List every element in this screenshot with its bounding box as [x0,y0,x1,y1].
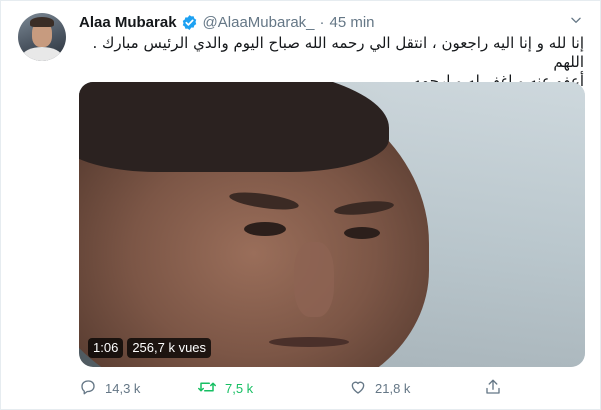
heart-icon [349,378,367,399]
author-handle[interactable]: @AlaaMubarak_ [203,14,315,31]
retweet-button[interactable]: 7,5 k [197,378,253,399]
avatar-shirt [22,47,62,61]
reply-count: 14,3 k [105,380,141,396]
share-icon [484,378,502,399]
avatar[interactable] [18,13,66,61]
chevron-down-icon[interactable] [567,11,585,29]
avatar-hair [30,17,54,27]
reply-icon [79,378,97,399]
reply-button[interactable]: 14,3 k [79,378,140,399]
video-view-count: 256,7 k vues [127,338,212,358]
video-frame-eye [244,222,286,236]
video-frame-eye [344,227,380,239]
tweet-actions: 14,3 k 7,5 k 21,8 k [79,377,509,399]
tweet-text-line-1: إنا لله و إنا اليه راجعون ، انتقل الي رح… [92,34,584,71]
like-count: 21,8 k [375,380,411,396]
retweet-icon [197,378,217,399]
share-button[interactable] [484,378,502,399]
video-player[interactable]: 1:06 256,7 k vues [79,82,585,367]
video-duration: 1:06 [88,338,124,358]
video-frame-nose [294,242,334,317]
video-frame-hair [79,82,389,172]
verified-badge-icon [181,14,198,31]
video-info-badges: 1:06 256,7 k vues [88,338,212,358]
tweet-timestamp[interactable]: 45 min [330,14,375,31]
video-frame-mouth [269,337,349,347]
retweet-count: 7,5 k [225,380,254,396]
header-separator: · [319,13,325,31]
author-name[interactable]: Alaa Mubarak [79,14,177,31]
tweet-card[interactable]: Alaa Mubarak @AlaaMubarak_ · 45 min إنا … [0,0,601,410]
tweet-header: Alaa Mubarak @AlaaMubarak_ · 45 min [79,12,375,32]
like-button[interactable]: 21,8 k [349,378,410,399]
